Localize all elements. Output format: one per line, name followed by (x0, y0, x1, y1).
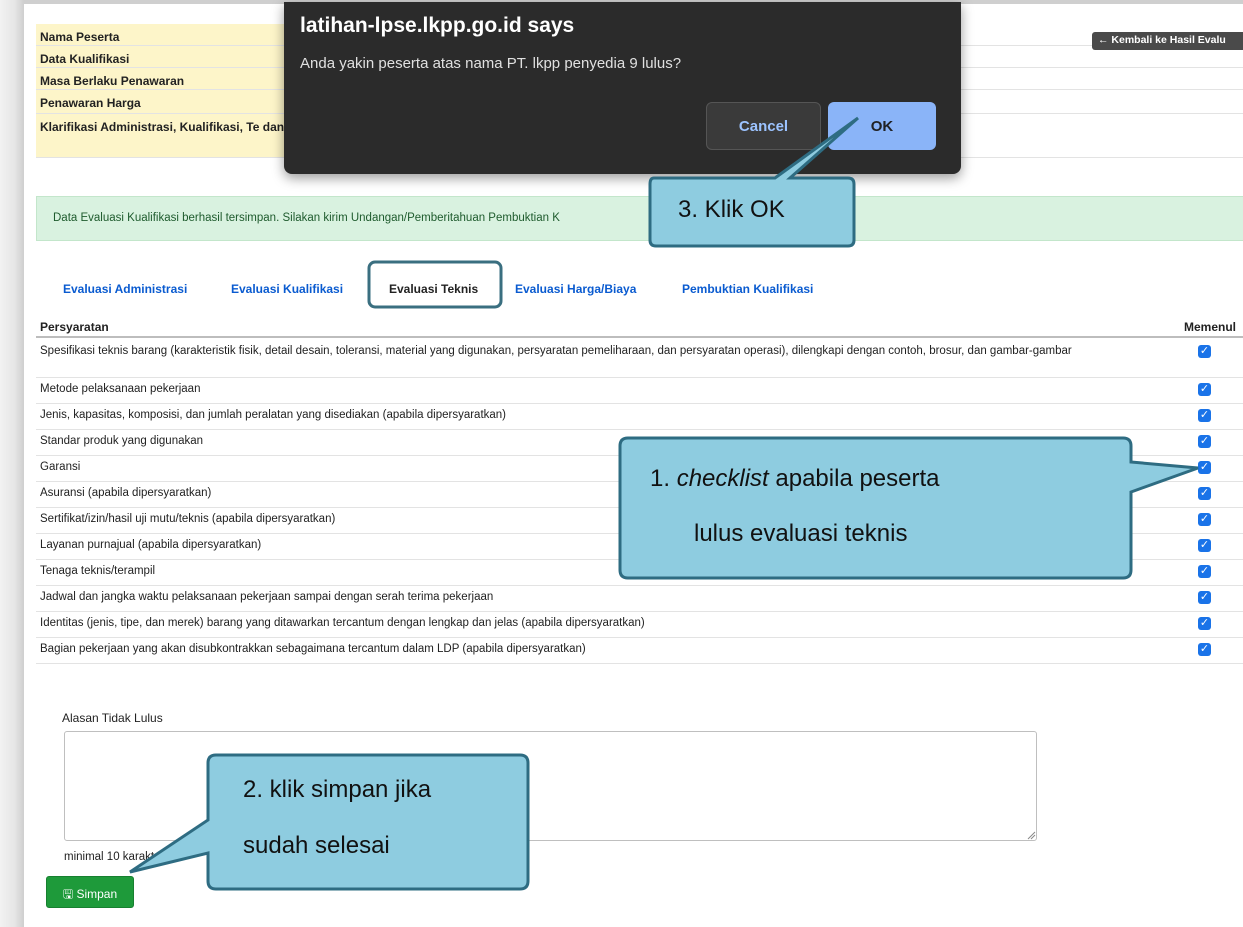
memenuhi-checkbox[interactable]: ✓ (1198, 461, 1211, 474)
callout-1-rest: apabila peserta (768, 465, 940, 492)
tab-evaluasi-kualifikasi[interactable]: Evaluasi Kualifikasi (231, 282, 343, 296)
table-row: Layanan purnajual (apabila dipersyaratka… (36, 534, 1243, 560)
table-row: Identitas (jenis, tipe, dan merek) baran… (36, 612, 1243, 638)
memenuhi-checkbox[interactable]: ✓ (1198, 345, 1211, 358)
callout-1-line2: lulus evaluasi teknis (694, 520, 908, 547)
requirement-text: Metode pelaksanaan pekerjaan (40, 383, 201, 395)
confirm-dialog: latihan-lpse.lkpp.go.id says Anda yakin … (284, 2, 961, 174)
dialog-title: latihan-lpse.lkpp.go.id says (300, 14, 575, 37)
callout-1-line1: 1. checklist apabila peserta (650, 465, 940, 493)
tab-evaluasi-harga[interactable]: Evaluasi Harga/Biaya (515, 282, 636, 296)
table-row: Asuransi (apabila dipersyaratkan) ✓ (36, 482, 1243, 508)
dialog-cancel-button[interactable]: Cancel (706, 102, 821, 150)
dialog-message: Anda yakin peserta atas nama PT. lkpp pe… (300, 55, 682, 72)
table-row: Jenis, kapasitas, komposisi, dan jumlah … (36, 404, 1243, 430)
table-row: Bagian pekerjaan yang akan disubkontrakk… (36, 638, 1243, 664)
minimal-hint: minimal 10 karakter (64, 851, 165, 863)
requirement-text: Jenis, kapasitas, komposisi, dan jumlah … (40, 409, 507, 421)
requirement-text: Tenaga teknis/terampil (40, 565, 156, 577)
requirement-text: Standar produk yang digunakan (40, 435, 204, 447)
table-row: Tenaga teknis/terampil ✓ (36, 560, 1243, 586)
alasan-label: Alasan Tidak Lulus (62, 711, 163, 725)
alasan-tidak-lulus-textarea[interactable] (64, 731, 1037, 841)
floppy-disk-icon: 🖫 (62, 887, 74, 901)
table-row: Spesifikasi teknis barang (karakteristik… (36, 340, 1243, 378)
simpan-label: Simpan (76, 887, 118, 901)
resize-grip-icon[interactable] (1026, 830, 1036, 840)
requirement-text: Spesifikasi teknis barang (karakteristik… (40, 345, 1072, 357)
memenuhi-checkbox[interactable]: ✓ (1198, 617, 1211, 630)
table-row: Metode pelaksanaan pekerjaan ✓ (36, 378, 1243, 404)
dialog-ok-button[interactable]: OK (828, 102, 936, 150)
callout-2-line2: sudah selesai (243, 832, 390, 859)
memenuhi-checkbox[interactable]: ✓ (1198, 539, 1211, 552)
memenuhi-checkbox[interactable]: ✓ (1198, 383, 1211, 396)
back-to-results-button[interactable]: ← Kembali ke Hasil Evalu (1092, 32, 1243, 50)
tab-evaluasi-administrasi[interactable]: Evaluasi Administrasi (63, 282, 187, 296)
simpan-button[interactable]: 🖫 Simpan (46, 876, 134, 908)
table-row: Jadwal dan jangka waktu pelaksanaan peke… (36, 586, 1243, 612)
memenuhi-checkbox[interactable]: ✓ (1198, 565, 1211, 578)
header-memenuhi: Memenul (1184, 320, 1237, 334)
memenuhi-checkbox[interactable]: ✓ (1198, 435, 1211, 448)
tab-pembuktian-kualifikasi[interactable]: Pembuktian Kualifikasi (682, 282, 813, 296)
window-left-edge (0, 0, 24, 927)
requirement-text: Identitas (jenis, tipe, dan merek) baran… (40, 617, 645, 629)
requirement-text: Layanan purnajual (apabila dipersyaratka… (40, 539, 262, 551)
requirement-text: Jadwal dan jangka waktu pelaksanaan peke… (40, 591, 494, 603)
requirement-text: Asuransi (apabila dipersyaratkan) (40, 487, 212, 499)
table-row: Sertifikat/izin/hasil uji mutu/teknis (a… (36, 508, 1243, 534)
requirement-text: Sertifikat/izin/hasil uji mutu/teknis (a… (40, 513, 336, 525)
callout-2-line1: 2. klik simpan jika (243, 776, 432, 803)
requirement-text: Garansi (40, 461, 81, 473)
requirement-text: Bagian pekerjaan yang akan disubkontrakk… (40, 643, 586, 655)
callout-3-text: 3. Klik OK (678, 196, 785, 223)
tab-evaluasi-teknis[interactable]: Evaluasi Teknis (389, 282, 478, 296)
success-alert: Data Evaluasi Kualifikasi berhasil tersi… (36, 196, 1243, 241)
table-row: Standar produk yang digunakan ✓ (36, 430, 1243, 456)
memenuhi-checkbox[interactable]: ✓ (1198, 487, 1211, 500)
memenuhi-checkbox[interactable]: ✓ (1198, 409, 1211, 422)
callout-1-prefix: 1. (650, 465, 677, 492)
table-row: Garansi ✓ (36, 456, 1243, 482)
memenuhi-checkbox[interactable]: ✓ (1198, 513, 1211, 526)
memenuhi-checkbox[interactable]: ✓ (1198, 591, 1211, 604)
header-persyaratan: Persyaratan (40, 320, 109, 334)
memenuhi-checkbox[interactable]: ✓ (1198, 643, 1211, 656)
callout-1-italic: checklist (676, 465, 769, 492)
requirements-table-header: Persyaratan Memenul (36, 318, 1243, 338)
evaluation-tabs: Evaluasi Administrasi Evaluasi Kualifika… (36, 274, 1243, 314)
